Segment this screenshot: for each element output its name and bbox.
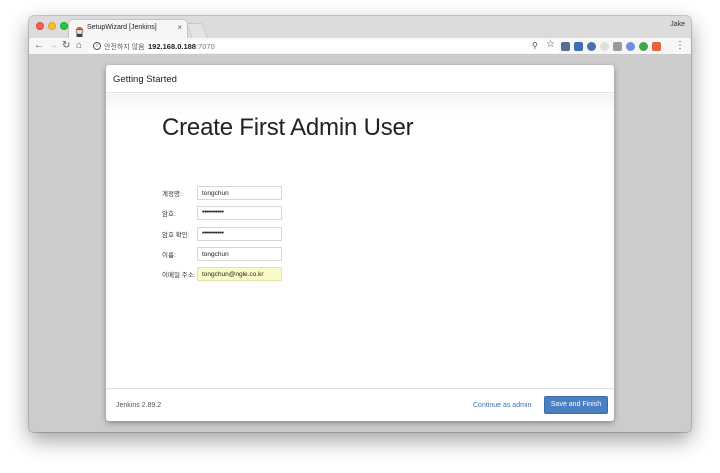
zoom-window-button[interactable] bbox=[60, 22, 68, 30]
extension-icon[interactable] bbox=[613, 42, 622, 51]
continue-as-admin-link[interactable]: Continue as admin bbox=[473, 402, 531, 409]
confirm-password-label: 암호 확인: bbox=[162, 232, 190, 239]
browser-window: SetupWizard [Jenkins] × Jake ← → ↻ ⌂ i 안… bbox=[29, 16, 691, 432]
extension-icon[interactable] bbox=[574, 42, 583, 51]
bookmark-star-icon[interactable]: ☆ bbox=[546, 39, 555, 50]
title-bar: SetupWizard [Jenkins] × Jake bbox=[29, 16, 691, 38]
profile-name[interactable]: Jake bbox=[670, 21, 685, 28]
extension-icon[interactable] bbox=[639, 42, 648, 51]
tab-close-icon[interactable]: × bbox=[177, 23, 182, 32]
back-arrow-icon[interactable]: ← bbox=[34, 39, 44, 53]
close-window-button[interactable] bbox=[36, 22, 44, 30]
modal-footer: Jenkins 2.89.2 Continue as admin Save an… bbox=[106, 388, 614, 421]
extension-icon[interactable] bbox=[600, 42, 609, 51]
extension-icon[interactable] bbox=[652, 42, 661, 51]
home-icon[interactable]: ⌂ bbox=[76, 39, 82, 53]
info-icon[interactable]: i bbox=[93, 42, 101, 50]
extension-icon[interactable] bbox=[587, 42, 596, 51]
address-bar[interactable]: i 안전하지 않음 192.168.0.188:7070 bbox=[89, 40, 559, 53]
url-text: 192.168.0.188:7070 bbox=[148, 42, 215, 51]
page-heading: Create First Admin User bbox=[162, 114, 414, 141]
jenkins-version: Jenkins 2.89.2 bbox=[116, 402, 162, 409]
full-name-label: 이름: bbox=[162, 252, 176, 259]
password-label: 암호: bbox=[162, 211, 176, 218]
username-field[interactable]: tongchun bbox=[197, 186, 282, 200]
new-tab-button[interactable] bbox=[186, 23, 208, 38]
security-label: 안전하지 않음 bbox=[104, 44, 145, 51]
url-port: :7070 bbox=[195, 42, 215, 51]
full-name-field[interactable]: tongchun bbox=[197, 247, 282, 261]
modal-body: Create First Admin User 계정명: tongchun 암호… bbox=[106, 94, 614, 388]
jenkins-favicon-icon bbox=[75, 24, 84, 37]
page-viewport: Getting Started Create First Admin User … bbox=[29, 56, 691, 432]
browser-tab[interactable]: SetupWizard [Jenkins] × bbox=[69, 20, 187, 38]
browser-toolbar: ← → ↻ ⌂ i 안전하지 않음 192.168.0.188:7070 ⚲ ☆… bbox=[29, 38, 691, 55]
reload-icon[interactable]: ↻ bbox=[62, 39, 70, 53]
url-host: 192.168.0.188 bbox=[148, 42, 196, 51]
minimize-window-button[interactable] bbox=[48, 22, 56, 30]
password-field[interactable]: ••••••••••• bbox=[197, 206, 282, 220]
extension-icon[interactable] bbox=[561, 42, 570, 51]
key-icon[interactable]: ⚲ bbox=[532, 41, 538, 50]
save-and-finish-button[interactable]: Save and Finish bbox=[544, 396, 608, 414]
extension-icon[interactable] bbox=[626, 42, 635, 51]
email-field[interactable]: tongchun@ngle.co.kr bbox=[197, 267, 282, 281]
forward-arrow-icon[interactable]: → bbox=[48, 39, 58, 53]
tab-title: SetupWizard [Jenkins] bbox=[87, 24, 157, 31]
confirm-password-field[interactable]: ••••••••••• bbox=[197, 227, 282, 241]
menu-kebab-icon[interactable]: ⋮ bbox=[675, 40, 685, 52]
setup-wizard-modal: Getting Started Create First Admin User … bbox=[106, 65, 614, 421]
username-label: 계정명: bbox=[162, 191, 182, 198]
email-label: 이메일 주소: bbox=[162, 272, 196, 279]
modal-header: Getting Started bbox=[106, 65, 614, 93]
modal-title: Getting Started bbox=[113, 74, 177, 85]
